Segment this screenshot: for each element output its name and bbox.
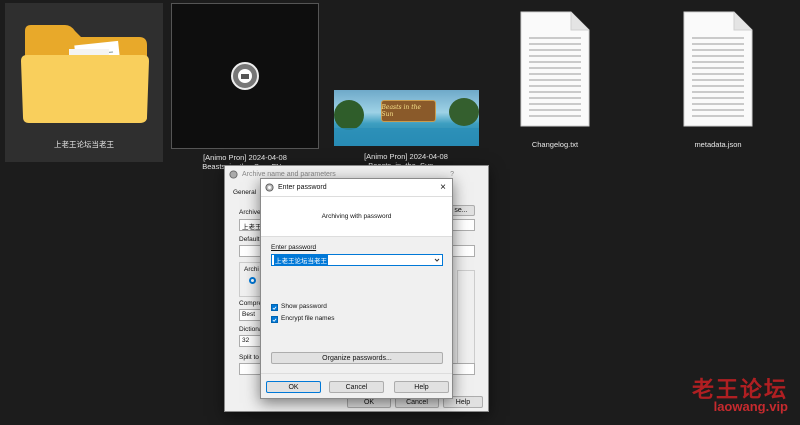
- video-thumbnail: [171, 3, 319, 149]
- password-input[interactable]: 上老王论坛当老王: [271, 254, 443, 266]
- text-document-icon: [683, 11, 753, 127]
- text-file-item[interactable]: Changelog.txt: [515, 10, 595, 160]
- ok-button[interactable]: OK: [266, 381, 321, 393]
- help-icon[interactable]: ?: [450, 171, 454, 178]
- image-item[interactable]: Beasts in the Sun [Animo Pron] 2024-04-0…: [330, 90, 482, 170]
- file-name: metadata.json: [694, 140, 742, 149]
- password-value: 上老王论坛当老王: [274, 255, 328, 265]
- json-file-item[interactable]: metadata.json: [678, 10, 758, 160]
- desktop: 上老王论坛当老王 [Animo Pron] 2024-04-08 Beasts_…: [0, 0, 800, 425]
- password-subtitle: Archiving with password: [321, 213, 392, 220]
- split-label: Split to: [239, 354, 259, 361]
- password-dialog: Enter password × Archiving with password…: [260, 178, 453, 399]
- folder-icon: [20, 25, 149, 123]
- video-item[interactable]: [Animo Pron] 2024-04-08 Beasts_in_the_Su…: [170, 3, 320, 173]
- password-dialog-title: Enter password: [278, 184, 327, 191]
- media-player-icon: [231, 62, 259, 90]
- text-document-icon: [520, 11, 590, 127]
- chevron-down-icon[interactable]: [434, 257, 440, 263]
- password-dialog-titlebar[interactable]: Enter password ×: [261, 179, 452, 197]
- organize-passwords-button[interactable]: Organize passwords...: [271, 352, 443, 364]
- file-name: 上老王论坛当老王: [54, 140, 114, 149]
- encrypt-names-label: Encrypt file names: [281, 315, 335, 322]
- close-icon[interactable]: ×: [440, 182, 446, 193]
- password-header-panel: Archiving with password: [261, 197, 452, 237]
- winrar-icon: [229, 169, 238, 179]
- archive-dialog-title: Archive name and parameters: [242, 170, 336, 178]
- enter-password-label: Enter password: [271, 244, 317, 251]
- winrar-icon: [265, 183, 274, 192]
- file-name: Changelog.txt: [531, 140, 579, 149]
- image-thumbnail: Beasts in the Sun: [333, 90, 479, 146]
- default-label: Default: [239, 236, 260, 243]
- watermark-url: laowang.vip: [713, 399, 788, 414]
- thumbnail-title: Beasts in the Sun: [381, 104, 422, 118]
- archive-label: Archive: [239, 209, 261, 216]
- dictionary-label: Dictiona: [239, 326, 263, 333]
- show-password-label: Show password: [281, 303, 327, 310]
- encrypt-names-checkbox[interactable]: [271, 316, 278, 323]
- folder-item[interactable]: 上老王论坛当老王: [5, 3, 163, 162]
- radio-rar[interactable]: [249, 277, 256, 284]
- tab-general[interactable]: General: [233, 189, 256, 196]
- compression-label: Compre: [239, 300, 263, 307]
- options-group: [457, 270, 475, 370]
- cancel-button[interactable]: Cancel: [329, 381, 384, 393]
- show-password-checkbox[interactable]: [271, 304, 278, 311]
- help-button[interactable]: Help: [394, 381, 449, 393]
